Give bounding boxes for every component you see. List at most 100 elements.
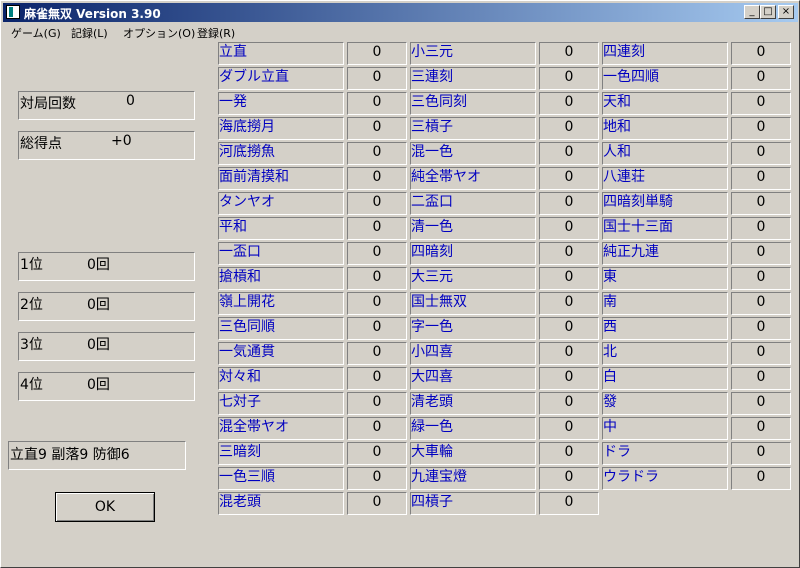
yaku-count: 0 [756, 419, 766, 435]
yaku-name: 四暗刻単騎 [603, 194, 673, 210]
yaku-name: 国士十三面 [603, 219, 673, 235]
yaku-name: 二盃口 [411, 194, 453, 210]
total-points-label: 総得点 [20, 136, 62, 152]
yaku-count: 0 [756, 319, 766, 335]
yaku-name: 小四喜 [411, 344, 453, 360]
yaku-count: 0 [756, 144, 766, 160]
yaku-count: 0 [564, 444, 574, 460]
app-icon[interactable] [6, 5, 20, 19]
yaku-count: 0 [372, 119, 382, 135]
yaku-count: 0 [372, 394, 382, 410]
yaku-name: 中 [603, 419, 617, 435]
place-4-label: 4位 [20, 377, 43, 393]
yaku-name: 一盃口 [219, 244, 261, 260]
yaku-count: 0 [564, 494, 574, 510]
yaku-count: 0 [372, 244, 382, 260]
yaku-name: 混一色 [411, 144, 453, 160]
yaku-name: 一発 [219, 94, 247, 110]
yaku-count: 0 [372, 94, 382, 110]
yaku-name: 一気通貫 [219, 344, 275, 360]
yaku-name: 四暗刻 [411, 244, 453, 260]
yaku-name: 三色同順 [219, 319, 275, 335]
yaku-count: 0 [564, 244, 574, 260]
games-count-label: 対局回数 [20, 96, 76, 112]
yaku-name: 混全帯ヤオ [219, 419, 289, 435]
yaku-count: 0 [372, 369, 382, 385]
place-3-label: 3位 [20, 337, 43, 353]
yaku-count: 0 [756, 69, 766, 85]
yaku-name: 東 [603, 269, 617, 285]
yaku-name: 河底撈魚 [219, 144, 275, 160]
place-3-value: 0回 [87, 337, 110, 353]
yaku-count: 0 [372, 444, 382, 460]
yaku-count: 0 [564, 419, 574, 435]
yaku-name: 清一色 [411, 219, 453, 235]
yaku-name: 大三元 [411, 269, 453, 285]
yaku-count: 0 [756, 269, 766, 285]
yaku-name: 国士無双 [411, 294, 467, 310]
close-button[interactable]: × [778, 5, 794, 19]
yaku-name: 三色同刻 [411, 94, 467, 110]
yaku-name: 三暗刻 [219, 444, 261, 460]
yaku-count: 0 [756, 119, 766, 135]
yaku-name: ダブル立直 [219, 69, 289, 85]
yaku-name: 四槓子 [411, 494, 453, 510]
yaku-count: 0 [564, 319, 574, 335]
place-2-value: 0回 [87, 297, 110, 313]
yaku-name: 北 [603, 344, 617, 360]
title-bar[interactable]: 麻雀無双 Version 3.90 _ □ × [3, 3, 798, 22]
yaku-name: ドラ [603, 444, 631, 460]
yaku-count: 0 [372, 69, 382, 85]
yaku-name: 一色三順 [219, 469, 275, 485]
yaku-count: 0 [756, 194, 766, 210]
yaku-count: 0 [372, 194, 382, 210]
yaku-name: 大四喜 [411, 369, 453, 385]
yaku-count: 0 [756, 444, 766, 460]
maximize-button[interactable]: □ [760, 5, 776, 19]
menu-game[interactable]: ゲーム(G) [11, 25, 61, 41]
yaku-name: 發 [603, 394, 617, 410]
yaku-count: 0 [372, 344, 382, 360]
place-4-value: 0回 [87, 377, 110, 393]
games-count-value: 0 [126, 93, 135, 109]
yaku-count: 0 [372, 269, 382, 285]
yaku-count: 0 [564, 69, 574, 85]
menu-record[interactable]: 記録(L) [71, 25, 108, 41]
yaku-name: 海底撈月 [219, 119, 275, 135]
yaku-count: 0 [372, 419, 382, 435]
ok-button[interactable]: OK [55, 492, 155, 522]
place-1-label: 1位 [20, 257, 43, 273]
place-2-label: 2位 [20, 297, 43, 313]
menu-options[interactable]: オプション(O) [123, 25, 195, 41]
yaku-count: 0 [564, 344, 574, 360]
yaku-count: 0 [756, 394, 766, 410]
yaku-name: 四連刻 [603, 44, 645, 60]
play-style-text: 立直9 副落9 防御6 [10, 447, 130, 463]
yaku-count: 0 [756, 44, 766, 60]
menu-register[interactable]: 登録(R) [197, 25, 235, 41]
yaku-name: 清老頭 [411, 394, 453, 410]
yaku-count: 0 [756, 219, 766, 235]
yaku-name: 九連宝燈 [411, 469, 467, 485]
yaku-count: 0 [372, 494, 382, 510]
yaku-count: 0 [756, 94, 766, 110]
yaku-name: 立直 [219, 44, 247, 60]
yaku-name: 白 [603, 369, 617, 385]
yaku-count: 0 [564, 369, 574, 385]
yaku-count: 0 [564, 44, 574, 60]
yaku-count: 0 [756, 294, 766, 310]
yaku-count: 0 [372, 144, 382, 160]
yaku-count: 0 [564, 169, 574, 185]
yaku-count: 0 [756, 169, 766, 185]
minimize-button[interactable]: _ [744, 5, 760, 19]
yaku-count: 0 [372, 169, 382, 185]
yaku-name: ウラドラ [603, 469, 659, 485]
app-window: 麻雀無双 Version 3.90 _ □ × ゲーム(G) 記録(L) オプシ… [0, 0, 800, 568]
yaku-name: 大車輪 [411, 444, 453, 460]
yaku-name: 字一色 [411, 319, 453, 335]
window-title: 麻雀無双 Version 3.90 [24, 7, 161, 21]
yaku-count: 0 [564, 119, 574, 135]
yaku-name: 嶺上開花 [219, 294, 275, 310]
yaku-name: 南 [603, 294, 617, 310]
yaku-name: 一色四順 [603, 69, 659, 85]
